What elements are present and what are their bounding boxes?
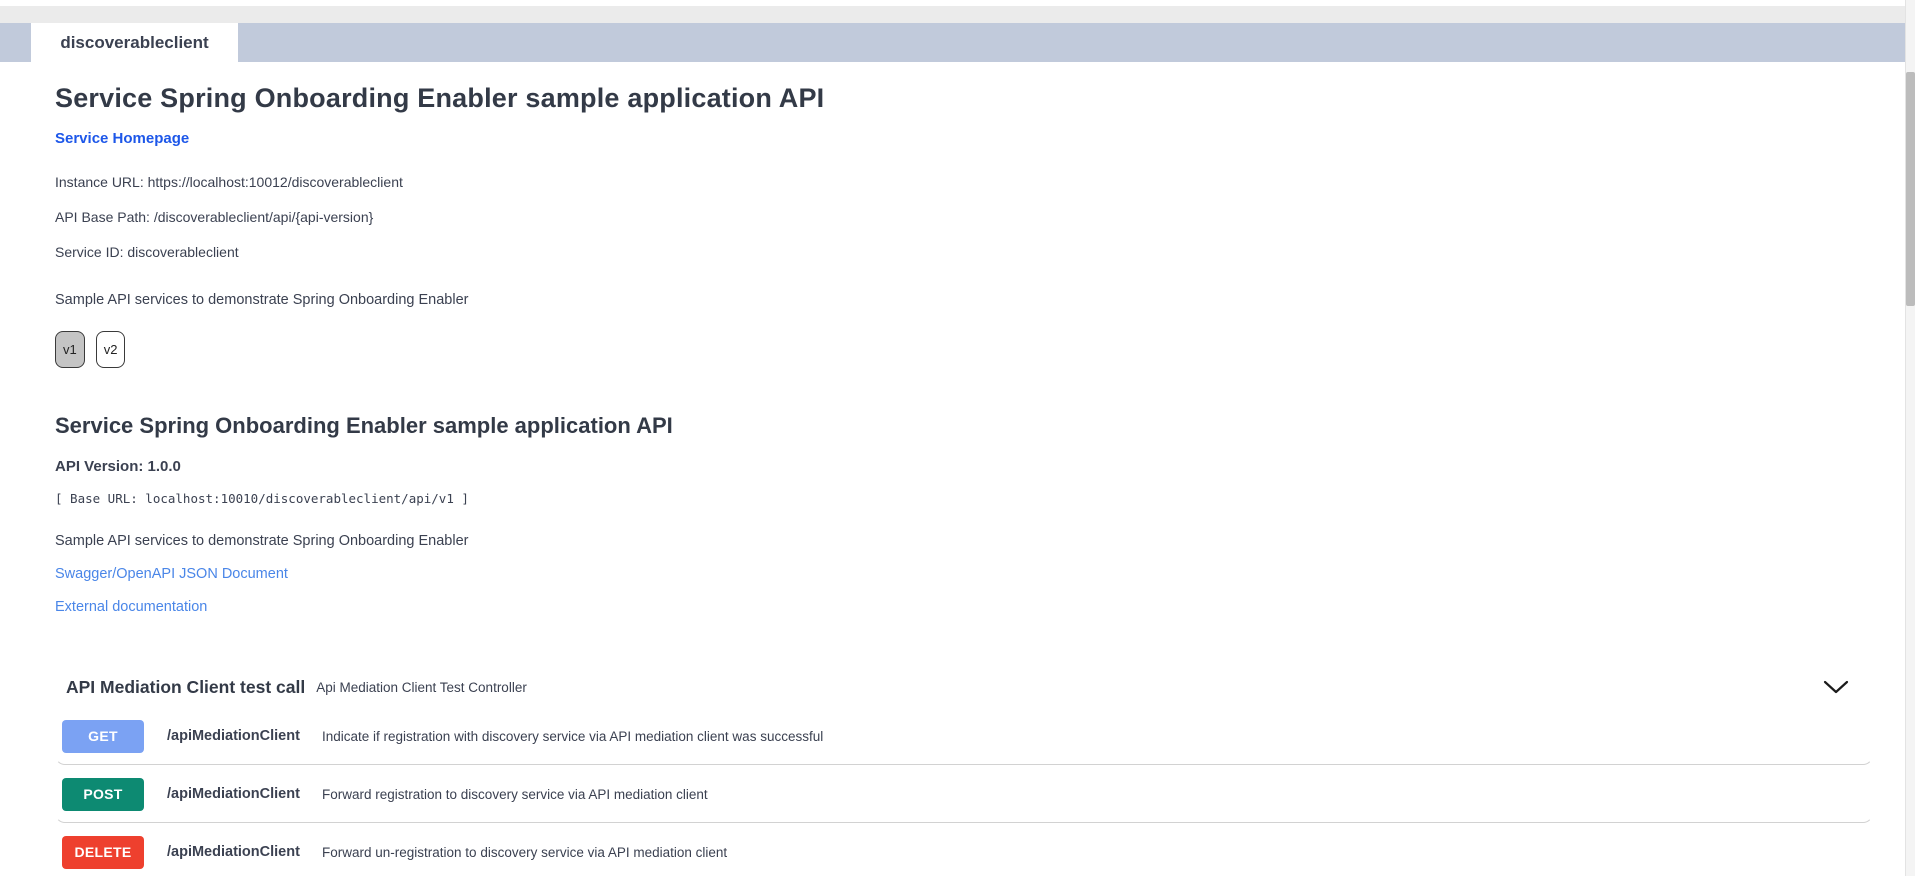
- service-id-line: Service ID: discoverableclient: [55, 244, 1873, 260]
- version-button-v2[interactable]: v2: [96, 331, 126, 368]
- swagger-json-link[interactable]: Swagger/OpenAPI JSON Document: [55, 566, 1873, 582]
- operation-path: /apiMediationClient: [167, 844, 322, 860]
- tag-description: Api Mediation Client Test Controller: [316, 680, 527, 695]
- operation-path: /apiMediationClient: [167, 786, 322, 802]
- operation-row-delete[interactable]: DELETE /apiMediationClient Forward un-re…: [55, 823, 1873, 876]
- tab-discoverableclient[interactable]: discoverableclient: [31, 23, 238, 62]
- scrollbar-thumb[interactable]: [1906, 72, 1915, 306]
- vertical-scrollbar[interactable]: [1905, 0, 1915, 876]
- service-description: Sample API services to demonstrate Sprin…: [55, 292, 1873, 308]
- tag-name: API Mediation Client test call: [66, 677, 305, 698]
- version-selector: v1 v2: [55, 331, 1873, 368]
- service-homepage-link[interactable]: Service Homepage: [55, 130, 189, 147]
- method-badge-delete: DELETE: [62, 836, 144, 869]
- main-content: Service Spring Onboarding Enabler sample…: [0, 83, 1915, 876]
- api-base-path-line: API Base Path: /discoverableclient/api/{…: [55, 209, 1873, 225]
- page-title: Service Spring Onboarding Enabler sample…: [55, 83, 1873, 114]
- instance-url-line: Instance URL: https://localhost:10012/di…: [55, 174, 1873, 190]
- top-strip: [0, 6, 1915, 23]
- api-version-line: API Version: 1.0.0: [55, 458, 1873, 475]
- external-documentation-link[interactable]: External documentation: [55, 599, 1873, 615]
- operation-path: /apiMediationClient: [167, 728, 322, 744]
- operation-summary: Indicate if registration with discovery …: [322, 729, 823, 744]
- operation-row-post[interactable]: POST /apiMediationClient Forward registr…: [55, 765, 1873, 823]
- api-description: Sample API services to demonstrate Sprin…: [55, 533, 1873, 549]
- operation-row-get[interactable]: GET /apiMediationClient Indicate if regi…: [55, 707, 1873, 765]
- tag-section-header[interactable]: API Mediation Client test call Api Media…: [55, 667, 1873, 707]
- chevron-down-icon[interactable]: [1823, 679, 1849, 695]
- api-title: Service Spring Onboarding Enabler sample…: [55, 413, 1873, 439]
- operation-summary: Forward un-registration to discovery ser…: [322, 845, 727, 860]
- method-badge-post: POST: [62, 778, 144, 811]
- base-url-line: [ Base URL: localhost:10010/discoverable…: [55, 491, 1873, 506]
- tab-bar-lead-space: [0, 23, 31, 62]
- tab-label: discoverableclient: [60, 33, 208, 53]
- service-tab-bar: discoverableclient: [0, 23, 1915, 62]
- operation-summary: Forward registration to discovery servic…: [322, 787, 708, 802]
- method-badge-get: GET: [62, 720, 144, 753]
- version-button-v1[interactable]: v1: [55, 331, 85, 368]
